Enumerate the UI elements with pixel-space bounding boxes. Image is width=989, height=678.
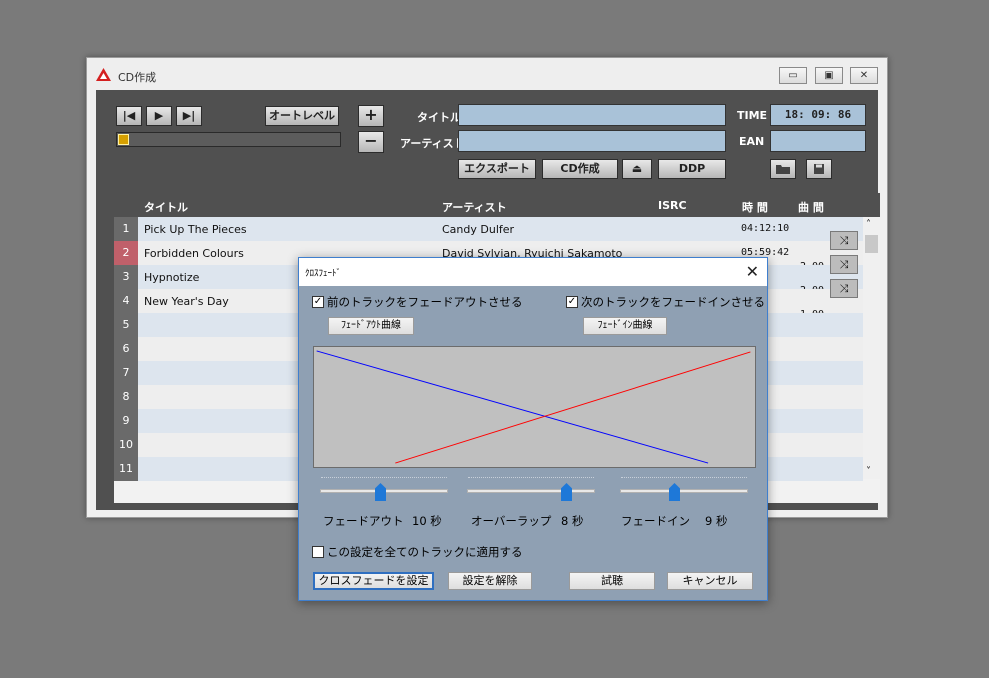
fadein-slider-thumb[interactable]	[669, 483, 680, 501]
col-title-header: タイトル	[144, 201, 188, 214]
cd-create-button[interactable]: CD作成	[542, 159, 618, 179]
ddp-button[interactable]: DDP	[658, 159, 726, 179]
fadein-curve-line	[395, 351, 751, 464]
export-button[interactable]: エクスポート	[458, 159, 536, 179]
fadein-value: 9 秒	[705, 514, 728, 528]
track-number: 5	[114, 313, 138, 337]
fadeout-curve-button[interactable]: ﾌｪｰﾄﾞｱｳﾄ曲線	[328, 317, 414, 335]
set-crossfade-button[interactable]: クロスフェードを設定	[313, 572, 434, 590]
col-isrc-header: ISRC	[658, 199, 687, 212]
apply-all-checkbox-box[interactable]	[312, 546, 324, 558]
artist-label: アーティスト	[400, 137, 465, 150]
col-artist-header: アーティスト	[442, 201, 507, 214]
track-title: New Year's Day	[144, 295, 229, 308]
cancel-button[interactable]: キャンセル	[667, 572, 753, 590]
track-number: 6	[114, 337, 138, 361]
track-title: Forbidden Colours	[144, 247, 244, 260]
crossfade-button-3[interactable]: ⤨	[830, 255, 858, 274]
apply-all-checkbox[interactable]: この設定を全てのトラックに適用する	[312, 544, 523, 560]
track-title: Hypnotize	[144, 271, 200, 284]
track-number: 2	[114, 241, 138, 265]
title-field[interactable]	[458, 104, 726, 126]
track-number: 11	[114, 457, 138, 481]
fadeout-value: 10 秒	[412, 514, 442, 528]
fadein-checkbox[interactable]: ✓ 次のトラックをフェードインさせる	[566, 294, 765, 310]
table-row[interactable]: 1 Pick Up The Pieces Candy Dulfer 04:12:10	[114, 217, 863, 241]
overlap-value: 8 秒	[561, 514, 584, 528]
ean-field[interactable]	[770, 130, 866, 152]
artist-field[interactable]	[458, 130, 726, 152]
position-slider-knob[interactable]	[118, 134, 129, 145]
track-number: 9	[114, 409, 138, 433]
window-titlebar: CD作成 ▭ ▣ ✕	[87, 58, 887, 90]
add-track-button[interactable]: +	[358, 105, 384, 127]
clear-setting-button[interactable]: 設定を解除	[448, 572, 532, 590]
crossfade-button-4[interactable]: ⤨	[830, 279, 858, 298]
track-number: 3	[114, 265, 138, 289]
fadein-slider[interactable]	[620, 489, 748, 493]
fadein-checkbox-box[interactable]: ✓	[566, 296, 578, 308]
title-label: タイトル	[417, 111, 461, 124]
maximize-button[interactable]: ▣	[815, 67, 843, 84]
scrollbar-thumb[interactable]	[865, 235, 878, 253]
table-scrollbar[interactable]: ˄ ˅	[863, 217, 880, 479]
window-title: CD作成	[118, 71, 157, 84]
position-slider[interactable]	[116, 132, 341, 147]
preview-button[interactable]: 試聴	[569, 572, 655, 590]
crossfade-graph	[313, 346, 756, 468]
track-artist: Candy Dulfer	[442, 223, 515, 236]
apply-all-checkbox-label: この設定を全てのトラックに適用する	[327, 545, 523, 559]
dialog-close-icon[interactable]: ✕	[746, 262, 759, 281]
fadein-label: フェードイン	[621, 514, 690, 528]
track-title: Pick Up The Pieces	[144, 223, 247, 236]
track-number: 8	[114, 385, 138, 409]
time-label: TIME	[737, 109, 768, 122]
track-number: 7	[114, 361, 138, 385]
table-header: タイトル アーティスト ISRC 時 間 曲 間	[114, 193, 880, 217]
crossfade-dialog: ｸﾛｽﾌｪｰﾄﾞ ✕ ✓ 前のトラックをフェードアウトさせる ✓ 次のトラックを…	[298, 257, 768, 601]
scroll-down-icon[interactable]: ˅	[866, 466, 871, 477]
crossfade-button-2[interactable]: ⤨	[830, 231, 858, 250]
total-time-field: 18: 09: 86	[770, 104, 866, 126]
ean-label: EAN	[739, 135, 765, 148]
auto-level-button[interactable]: オートレベル	[265, 106, 339, 126]
fadeout-checkbox-box[interactable]: ✓	[312, 296, 324, 308]
app-logo-icon	[96, 68, 111, 81]
track-number: 4	[114, 289, 138, 313]
overlap-slider-thumb[interactable]	[561, 483, 572, 501]
eject-button[interactable]: ⏏	[622, 159, 652, 179]
scroll-up-icon[interactable]: ˄	[866, 219, 871, 230]
remove-track-button[interactable]: −	[358, 131, 384, 153]
fadein-curve-button[interactable]: ﾌｪｰﾄﾞｲﾝ曲線	[583, 317, 667, 335]
dialog-titlebar: ｸﾛｽﾌｪｰﾄﾞ ✕	[299, 258, 767, 286]
open-folder-icon[interactable]	[770, 159, 796, 179]
fadeout-slider-thumb[interactable]	[375, 483, 386, 501]
overlap-slider[interactable]	[467, 489, 595, 493]
fadeout-curve-line	[316, 350, 709, 464]
fadeout-checkbox-label: 前のトラックをフェードアウトさせる	[327, 295, 523, 309]
track-time: 04:12:10	[741, 223, 790, 234]
col-gap-header: 曲 間	[798, 201, 824, 214]
fadeout-checkbox[interactable]: ✓ 前のトラックをフェードアウトさせる	[312, 294, 523, 310]
overlap-label: オーバーラップ	[471, 514, 552, 528]
save-icon[interactable]	[806, 159, 832, 179]
next-track-button[interactable]: ▶|	[176, 106, 202, 126]
col-time-header: 時 間	[742, 201, 768, 214]
prev-track-button[interactable]: |◀	[116, 106, 142, 126]
fadeout-label: フェードアウト	[323, 514, 404, 528]
fadein-checkbox-label: 次のトラックをフェードインさせる	[581, 295, 765, 309]
track-number: 10	[114, 433, 138, 457]
dialog-title: ｸﾛｽﾌｪｰﾄﾞ	[305, 269, 342, 279]
minimize-button[interactable]: ▭	[779, 67, 807, 84]
play-button[interactable]: ▶	[146, 106, 172, 126]
track-number: 1	[114, 217, 138, 241]
close-window-button[interactable]: ✕	[850, 67, 878, 84]
